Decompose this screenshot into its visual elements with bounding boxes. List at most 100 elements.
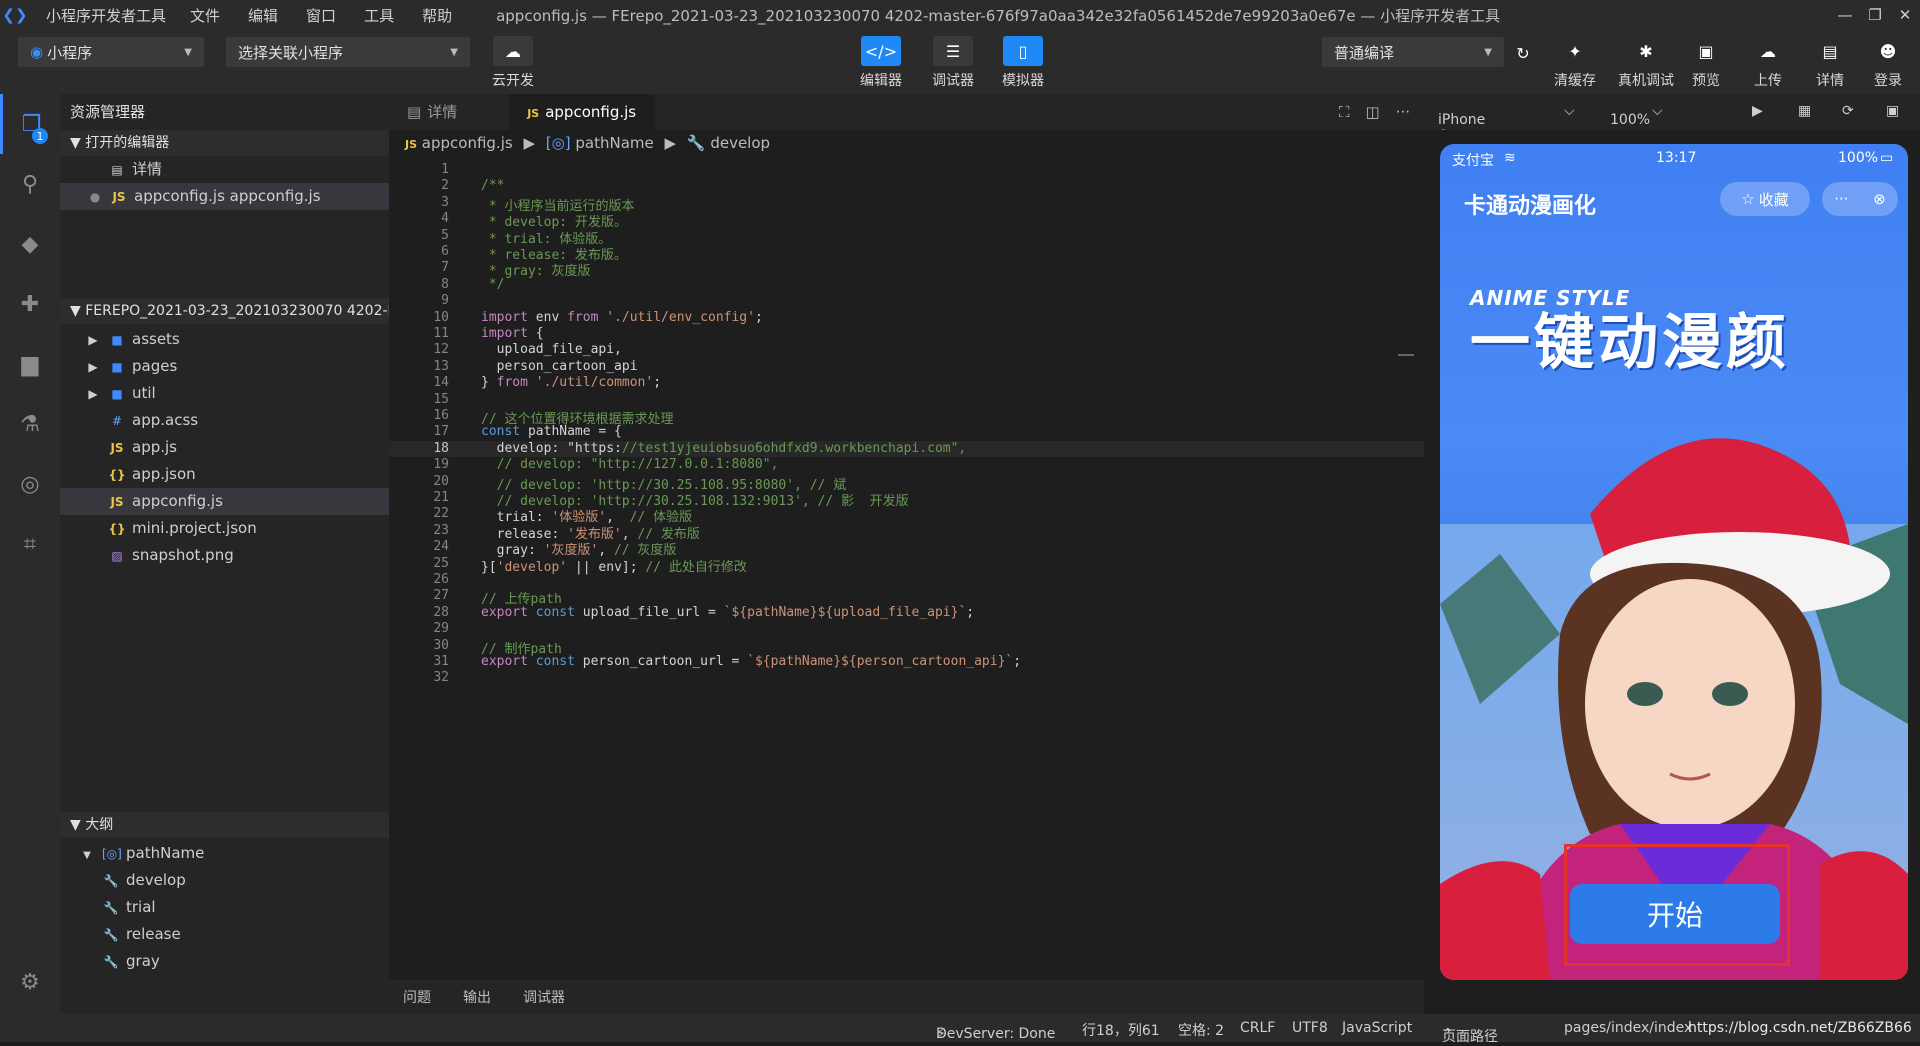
outline-item-pathname[interactable]: ▼ [◎] pathName	[60, 840, 389, 867]
refresh-button[interactable]: ↻	[1508, 38, 1538, 72]
tree-item-app-js[interactable]: JS app.js	[60, 434, 389, 461]
favorite-button[interactable]: ☆ 收藏	[1720, 182, 1810, 216]
cloud-dev-button[interactable]: ☁ 云开发	[488, 36, 538, 90]
login-button[interactable]: ☻ 登录	[1866, 36, 1910, 90]
language-mode[interactable]: JavaScript	[1342, 1020, 1412, 1036]
more-actions-icon[interactable]: ···	[1396, 103, 1410, 121]
tree-item-snapshot-png[interactable]: ▨ snapshot.png	[60, 542, 389, 569]
code-line[interactable]: 4 * develop: 开发版。	[389, 211, 1424, 230]
extensions-activity[interactable]: ✚	[0, 274, 60, 334]
code-line[interactable]: 16// 这个位置得环境根据需求处理	[389, 408, 1424, 427]
debugger-toggle-button[interactable]: ☰ 调试器	[928, 36, 978, 90]
code-line[interactable]: 18 develop: "https://test1yjeuiobsuo6ohd…	[389, 440, 1424, 457]
tree-item-assets[interactable]: ▶ ■ assets	[60, 326, 389, 353]
outline-item-gray[interactable]: 🔧 gray	[60, 948, 389, 975]
associate-select[interactable]: 选择关联小程序 ▼	[226, 37, 470, 67]
code-line[interactable]: 29	[389, 621, 1424, 637]
code-line[interactable]: 1	[389, 162, 1424, 178]
line-ending[interactable]: CRLF	[1240, 1020, 1275, 1036]
screenshot-icon[interactable]: ▣	[1886, 103, 1899, 119]
encoding[interactable]: UTF8	[1292, 1020, 1328, 1036]
tree-item-pages[interactable]: ▶ ■ pages	[60, 353, 389, 380]
code-line[interactable]: 32	[389, 670, 1424, 686]
open-editors-header[interactable]: ▼ 打开的编辑器	[60, 130, 389, 156]
outline-item-release[interactable]: 🔧 release	[60, 921, 389, 948]
search-activity[interactable]: ⚲	[0, 154, 60, 214]
tab-debug-console[interactable]: 调试器	[523, 987, 565, 1007]
code-line[interactable]: 20 // develop: 'http://30.25.108.95:8080…	[389, 474, 1424, 493]
menu-help[interactable]: 帮助	[422, 5, 452, 26]
phone-screen[interactable]: 支付宝 ≋ 13:17 100% ▭ 卡通动漫画化 ☆ 收藏 ··· ⊗ ANIM…	[1440, 144, 1908, 980]
inspect-activity[interactable]: ⌗	[0, 514, 60, 574]
code-line[interactable]: 6 * release: 发布版。	[389, 244, 1424, 263]
code-line[interactable]: 7 * gray: 灰度版	[389, 260, 1424, 279]
code-line[interactable]: 2 /**	[389, 178, 1424, 194]
explorer-activity[interactable]: ❐ 1	[0, 94, 60, 154]
menu-file[interactable]: 文件	[190, 5, 220, 26]
project-header[interactable]: ▼ FEREPO_2021-03-23_202103230070 4202-MA…	[60, 298, 389, 324]
code-line[interactable]: 11 import {	[389, 326, 1424, 342]
code-line[interactable]: 13 person_cartoon_api	[389, 359, 1424, 375]
close-icon[interactable]: ✕	[1890, 0, 1920, 30]
code-line[interactable]: 28 export const upload_file_url = `${path…	[389, 605, 1424, 621]
open-editor-item[interactable]: ▤ 详情	[60, 156, 389, 183]
code-line[interactable]: 12 upload_file_api,	[389, 342, 1424, 358]
open-editor-item[interactable]: ● JS appconfig.js appconfig.js	[60, 183, 389, 210]
compile-mode-select[interactable]: 普通编译 ▼	[1322, 37, 1504, 67]
code-line[interactable]: 9	[389, 293, 1424, 309]
git-activity[interactable]: ◆	[0, 214, 60, 274]
code-line[interactable]: 14} from './util/common';	[389, 375, 1424, 391]
code-line[interactable]: 22 trial: '体验版', // 体验版	[389, 506, 1424, 525]
code-line[interactable]: 21 // develop: 'http://30.25.108.132:901…	[389, 490, 1424, 509]
minimize-icon[interactable]: —	[1830, 0, 1860, 30]
tab-problems[interactable]: 问题	[403, 987, 431, 1007]
menu-tools[interactable]: 工具	[364, 5, 394, 26]
tree-item-app-json[interactable]: {} app.json	[60, 461, 389, 488]
code-editor[interactable]: 1 2 /** 3 * 小程序当前运行的版本 4 * develop: 开发版。 5 * …	[389, 156, 1424, 980]
tree-item-app-acss[interactable]: # app.acss	[60, 407, 389, 434]
code-line[interactable]: 27// 上传path	[389, 588, 1424, 607]
close-circle-icon[interactable]: ⊗	[1873, 190, 1886, 208]
grid-icon[interactable]: ▦	[1798, 103, 1811, 119]
outline-item-trial[interactable]: 🔧 trial	[60, 894, 389, 921]
editor-toggle-button[interactable]: </> 编辑器	[856, 36, 906, 90]
code-line[interactable]: 31 export const person_cartoon_url = `${p…	[389, 654, 1424, 670]
code-line[interactable]: 19 // develop: "http://127.0.0.1:8080",	[389, 457, 1424, 473]
outline-header[interactable]: ▼ 大纲	[60, 812, 389, 838]
tree-item-appconfig-js[interactable]: JS appconfig.js	[60, 488, 389, 515]
code-line[interactable]: 26	[389, 572, 1424, 588]
project-select[interactable]: ◉ 小程序 ▼	[18, 37, 204, 67]
capsule-menu[interactable]: ··· ⊗	[1822, 182, 1898, 216]
support-activity[interactable]: ◎	[0, 454, 60, 514]
tree-item-util[interactable]: ▶ ■ util	[60, 380, 389, 407]
start-button[interactable]: 开始	[1570, 884, 1780, 944]
clear-cache-button[interactable]: ✦ 清缓存	[1548, 36, 1602, 90]
code-line[interactable]: 23 release: '发布版', // 发布版	[389, 523, 1424, 542]
code-line[interactable]: 5 * trial: 体验版。	[389, 228, 1424, 247]
tab-output[interactable]: 输出	[463, 987, 491, 1007]
code-line[interactable]: 25}['develop' || env]; // 此处自行修改	[389, 556, 1424, 575]
breadcrumb-file[interactable]: appconfig.js	[422, 134, 513, 152]
components-activity[interactable]: ▆	[0, 334, 60, 394]
play-icon[interactable]: ▶	[1752, 103, 1763, 119]
cursor-position[interactable]: 行18，列61	[1082, 1020, 1160, 1040]
indentation[interactable]: 空格: 2	[1178, 1020, 1224, 1040]
code-line[interactable]: 15	[389, 392, 1424, 408]
split-editor-icon[interactable]: ◫	[1366, 103, 1380, 121]
code-line[interactable]: 17 const pathName = {	[389, 424, 1424, 440]
code-line[interactable]: 3 * 小程序当前运行的版本	[389, 195, 1424, 214]
code-line[interactable]: 8 */	[389, 277, 1424, 293]
tree-item-mini-project-json[interactable]: {} mini.project.json	[60, 515, 389, 542]
tab-appconfig-js[interactable]: JSappconfig.js ●	[509, 94, 656, 159]
menu-edit[interactable]: 编辑	[248, 5, 278, 26]
restore-icon[interactable]: ❐	[1860, 0, 1890, 30]
breadcrumb-property[interactable]: develop	[710, 134, 770, 152]
more-dots-icon[interactable]: ···	[1834, 190, 1848, 208]
breadcrumb-symbol[interactable]: pathName	[575, 134, 653, 152]
code-line[interactable]: 30// 制作path	[389, 638, 1424, 657]
code-line[interactable]: 24 gray: '灰度版', // 灰度版	[389, 539, 1424, 558]
menu-window[interactable]: 窗口	[306, 5, 336, 26]
details-button[interactable]: ▤ 详情	[1808, 36, 1852, 90]
preview-button[interactable]: ▣ 预览	[1684, 36, 1728, 90]
test-activity[interactable]: ⚗	[0, 394, 60, 454]
